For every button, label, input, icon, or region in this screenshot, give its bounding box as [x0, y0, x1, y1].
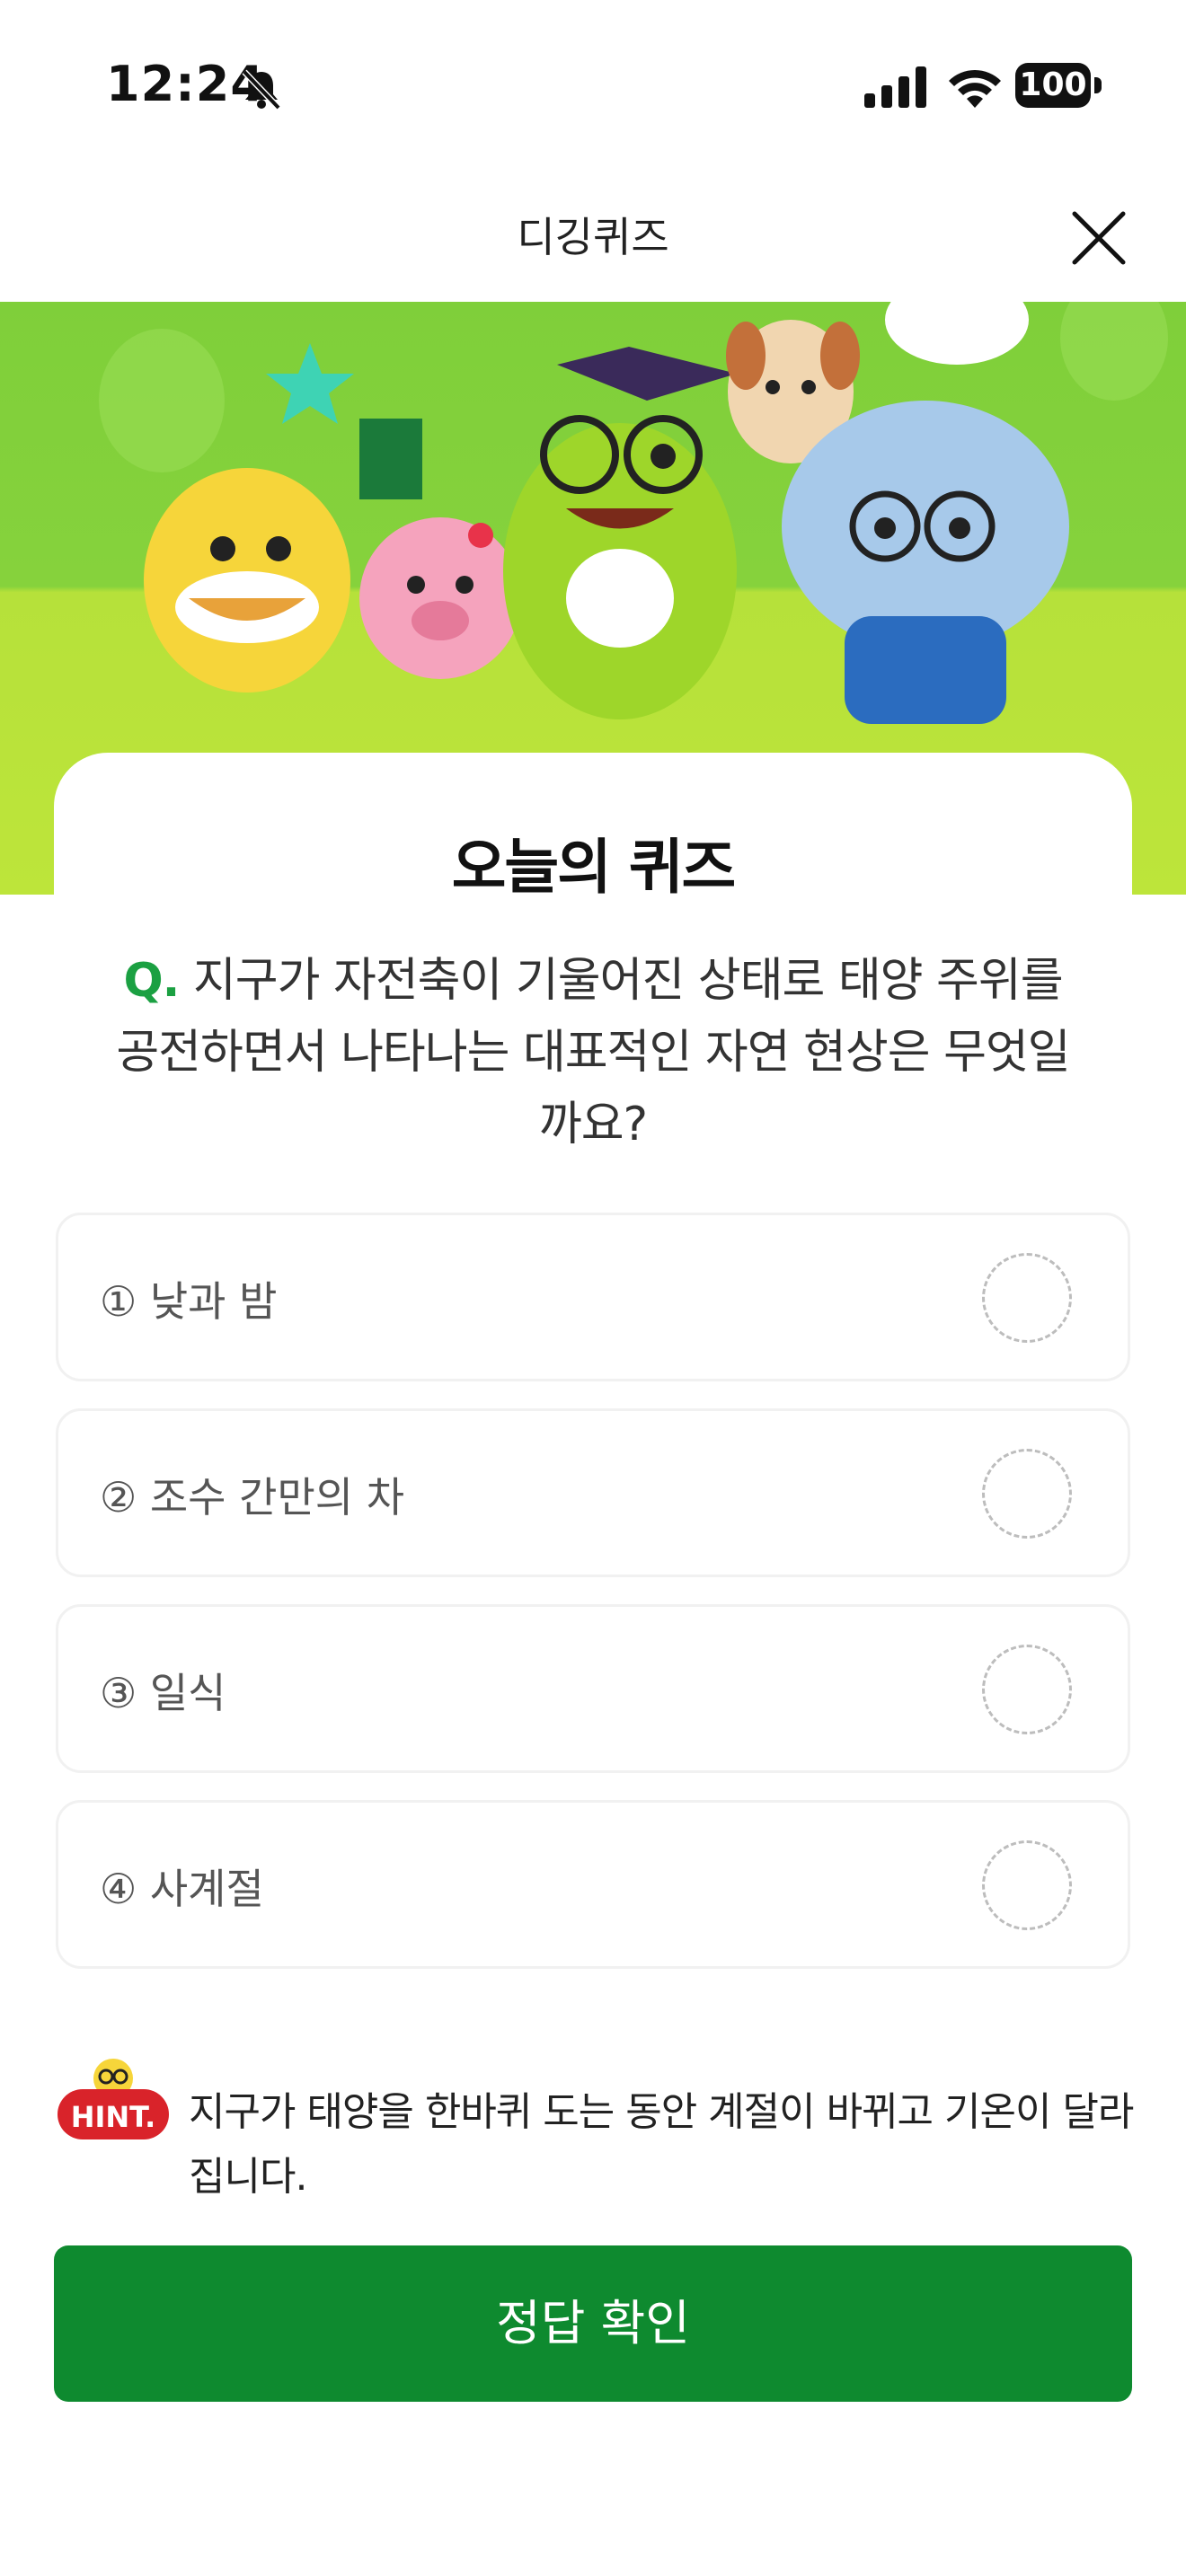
page-title: 디깅퀴즈 — [517, 213, 669, 261]
quiz-heading-text: 오늘의 퀴즈 — [444, 819, 741, 905]
hint-badge: HINT. — [54, 2053, 173, 2143]
option-radio[interactable] — [982, 1449, 1072, 1539]
option-label: ③ 일식 — [100, 1669, 226, 1717]
close-button[interactable] — [1067, 207, 1130, 269]
close-icon — [1072, 211, 1126, 265]
answer-option-2[interactable]: ② 조수 간만의 차 — [56, 1408, 1130, 1577]
check-answer-button[interactable]: 정답 확인 — [54, 2245, 1132, 2402]
option-radio[interactable] — [982, 1253, 1072, 1343]
option-label: ② 조수 간만의 차 — [100, 1473, 405, 1522]
hint-text: 지구가 태양을 한바퀴 도는 동안 계절이 바뀌고 기온이 달라집니다. — [189, 2089, 1134, 2200]
answer-option-4[interactable]: ④ 사계절 — [56, 1800, 1130, 1969]
option-radio[interactable] — [982, 1645, 1072, 1734]
cellular-signal-icon — [864, 66, 926, 108]
answer-option-1[interactable]: ① 낮과 밤 — [56, 1213, 1130, 1381]
bell-muted-icon — [242, 69, 281, 110]
battery-level: 100 — [1015, 63, 1091, 108]
question-body: 지구가 자전축이 기울어진 상태로 태양 주위를 공전하면서 나타나는 대표적인… — [116, 954, 1070, 1151]
option-label: ④ 사계절 — [100, 1865, 264, 1913]
option-label: ① 낮과 밤 — [100, 1277, 278, 1326]
nav-header: 디깅퀴즈 — [0, 171, 1186, 302]
quiz-heading: 오늘의 퀴즈 — [0, 819, 1186, 905]
status-bar: 12:24 100 — [0, 0, 1186, 171]
question-text: Q. 지구가 자전축이 기울어진 상태로 태양 주위를 공전하면서 나타나는 대… — [108, 945, 1078, 1160]
wifi-icon — [949, 69, 1001, 108]
battery-indicator: 100 — [1015, 63, 1102, 110]
question-prefix: Q. — [123, 954, 180, 1008]
hint-badge-label: HINT. — [70, 2100, 156, 2134]
battery-nub — [1094, 77, 1102, 93]
answer-option-3[interactable]: ③ 일식 — [56, 1604, 1130, 1773]
option-radio[interactable] — [982, 1840, 1072, 1930]
